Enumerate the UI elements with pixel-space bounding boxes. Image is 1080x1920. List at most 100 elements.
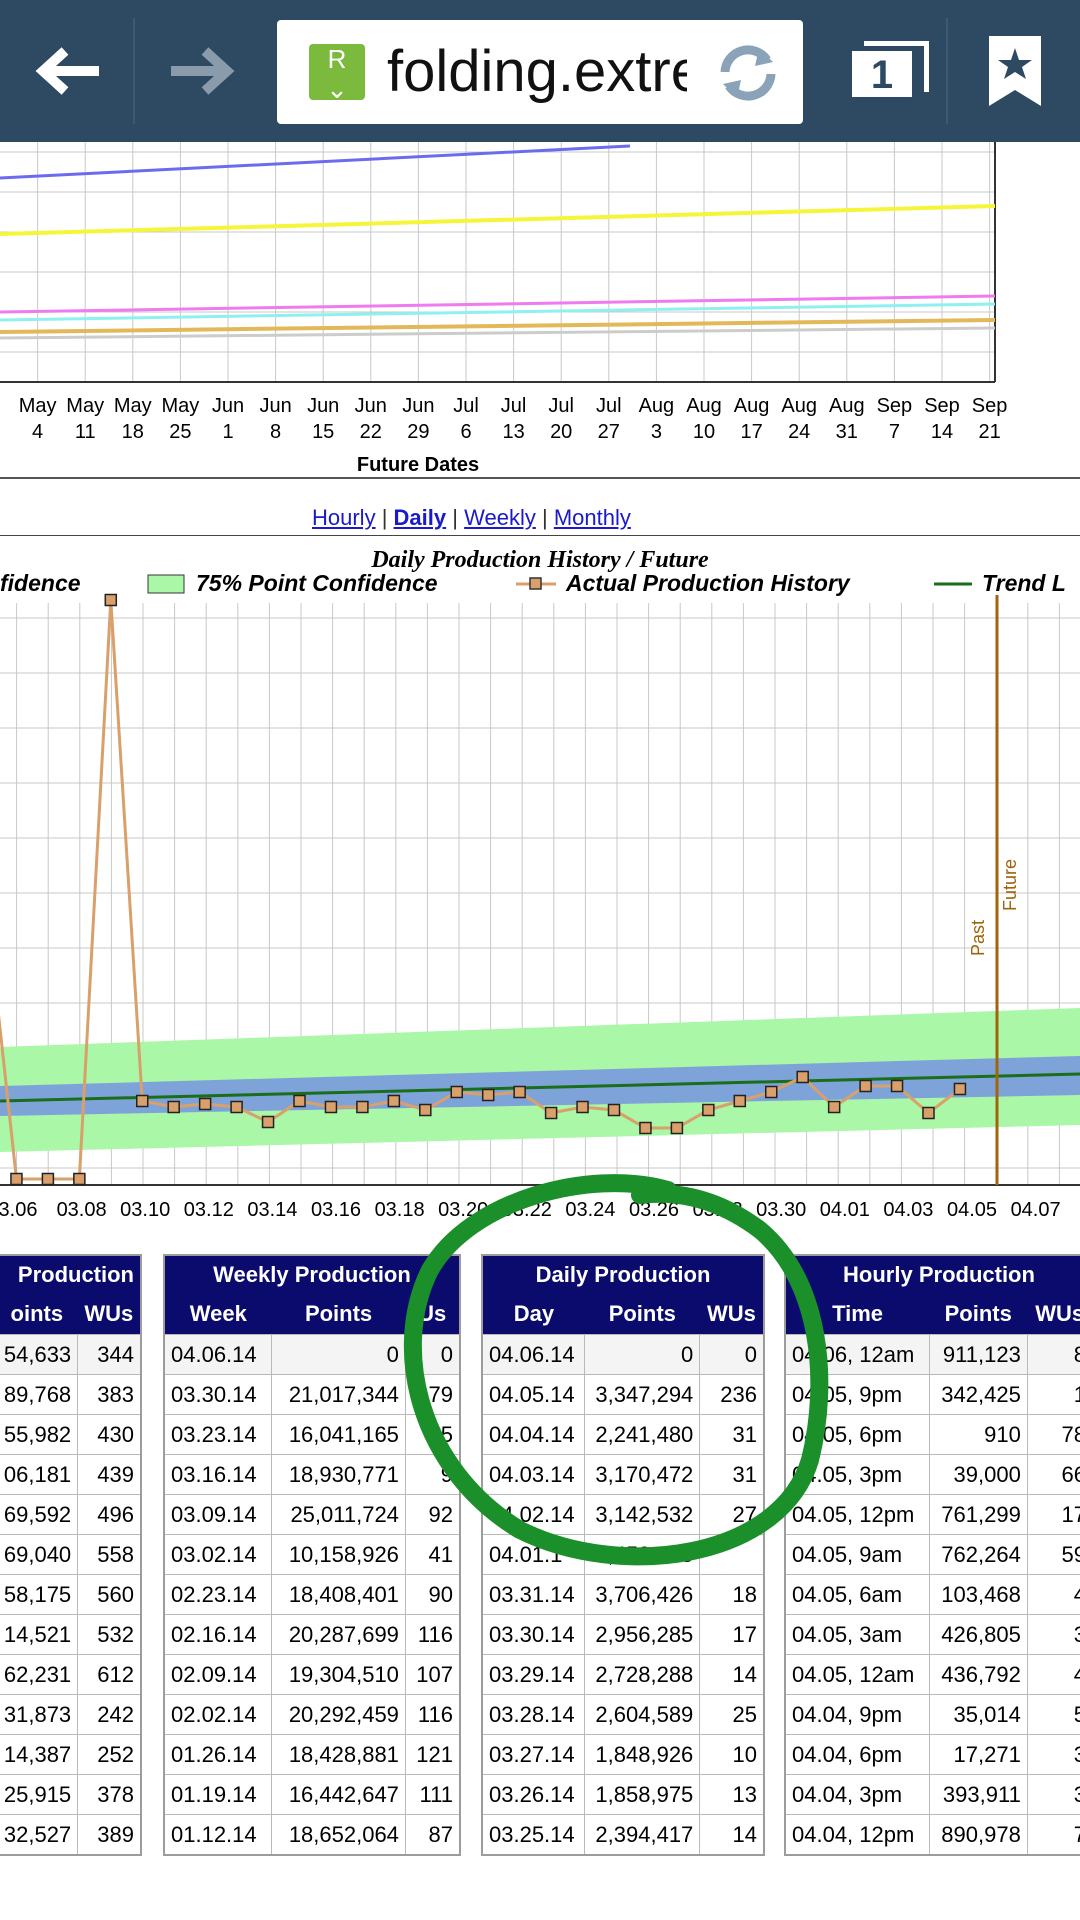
table-cell: 0 bbox=[699, 1334, 765, 1375]
table-row: 02.23.14 18,408,401 90 bbox=[163, 1574, 461, 1615]
daily-production-table: Daily Production Day Points WUs 04.06.14 0 0… bbox=[481, 1254, 765, 1856]
projection-line-blue bbox=[0, 144, 631, 180]
history-point bbox=[10, 1172, 23, 1186]
table-cell: 9 bbox=[404, 1454, 461, 1495]
table-cell: 16,041,165 bbox=[271, 1414, 406, 1455]
table-cell: 04.06, 12am bbox=[784, 1334, 930, 1375]
tick-label: Jun bbox=[307, 395, 339, 417]
tick-label: 04.07 bbox=[1011, 1199, 1061, 1221]
history-point bbox=[576, 1100, 589, 1114]
tick-label: Jun bbox=[212, 395, 244, 417]
tick-label: 27 bbox=[598, 421, 620, 443]
tick-label: 03.24 bbox=[565, 1199, 615, 1221]
tick-label: May bbox=[19, 395, 57, 417]
tick-label: 03.14 bbox=[247, 1199, 297, 1221]
table-cell: 16,442,647 bbox=[271, 1774, 406, 1815]
table-cell: 13 bbox=[699, 1774, 765, 1815]
top-chart-grid bbox=[0, 142, 995, 382]
table-row: 04.04.14 2,241,480 31 bbox=[481, 1414, 765, 1455]
table-row: 69,592 496 bbox=[0, 1494, 142, 1535]
table-cell: 116 bbox=[404, 1694, 461, 1735]
forward-arrow-icon[interactable] bbox=[150, 0, 250, 142]
table-row: 04.04, 9pm 35,014 5 bbox=[784, 1694, 1080, 1735]
table-title: Production bbox=[0, 1255, 141, 1294]
table-row: 03.16.14 18,930,771 9 bbox=[163, 1454, 461, 1495]
table-row: 04.05.14 3,347,294 236 bbox=[481, 1374, 765, 1415]
tick-label: 11 bbox=[75, 421, 96, 443]
tick-label: 31 bbox=[836, 421, 858, 443]
table-cell: 03.29.14 bbox=[481, 1654, 586, 1695]
projection-line-magenta bbox=[0, 294, 996, 314]
tick-label: 03.10 bbox=[120, 1199, 170, 1221]
table-cell: 3 bbox=[1026, 1734, 1080, 1775]
table-cell: 04.05.14 bbox=[481, 1374, 586, 1415]
daily-plot-area bbox=[0, 593, 1080, 1186]
tick-label: May bbox=[66, 395, 104, 417]
table-row: 04.06.14 0 0 bbox=[481, 1334, 765, 1375]
bookmark-icon[interactable] bbox=[965, 0, 1065, 142]
table-cell: 27 bbox=[699, 1494, 765, 1535]
history-point bbox=[198, 1097, 212, 1111]
history-point bbox=[73, 1172, 86, 1186]
table-cell: 116 bbox=[404, 1614, 461, 1655]
nav-weekly-link[interactable]: Weekly bbox=[464, 505, 536, 530]
refresh-icon[interactable] bbox=[713, 38, 783, 108]
browser-toolbar: R⌄ folding.extreme 1 bbox=[0, 0, 1080, 142]
history-point bbox=[293, 1094, 306, 1108]
table-row: 03.28.14 2,604,589 25 bbox=[481, 1694, 765, 1735]
history-point bbox=[639, 1121, 652, 1135]
tick-label: Jun bbox=[355, 395, 387, 417]
table-cell: 66 bbox=[1026, 1454, 1080, 1495]
table-cell: 39,000 bbox=[928, 1454, 1028, 1495]
table-cell: 90 bbox=[404, 1574, 461, 1615]
nav-daily-link[interactable]: Daily bbox=[394, 505, 447, 530]
tick-label: 20 bbox=[550, 421, 572, 443]
table-cell: 87 bbox=[404, 1814, 461, 1856]
table-row: 04.02.14 3,142,532 27 bbox=[481, 1494, 765, 1535]
past-label: Past bbox=[968, 920, 988, 956]
table-cell: 17 bbox=[699, 1614, 765, 1655]
table-row: 04.05, 6pm 910 78 bbox=[784, 1414, 1080, 1455]
table-cell: 103,468 bbox=[928, 1574, 1028, 1615]
table-row: 55,982 430 bbox=[0, 1414, 142, 1455]
table-cell: 78 bbox=[1026, 1414, 1080, 1455]
nav-hourly-link[interactable]: Hourly bbox=[312, 505, 376, 530]
tick-label: 03.30 bbox=[756, 1199, 806, 1221]
tick-label: Aug bbox=[781, 395, 817, 417]
table-cell: 69,040 bbox=[0, 1534, 79, 1575]
table-cell: 35,014 bbox=[928, 1694, 1028, 1735]
tick-label: 25 bbox=[169, 421, 191, 443]
table-cell: 3,452,855 bbox=[584, 1534, 701, 1575]
history-point bbox=[765, 1085, 778, 1099]
tick-label: 17 bbox=[740, 421, 762, 443]
table-cell: 17,271 bbox=[928, 1734, 1028, 1775]
table-cell: 436,792 bbox=[928, 1654, 1028, 1695]
history-point bbox=[481, 1088, 495, 1102]
history-point bbox=[230, 1100, 243, 1114]
table-cell: 04.05, 6pm bbox=[784, 1414, 930, 1455]
back-arrow-icon[interactable] bbox=[20, 0, 120, 142]
table-cell: 03.30.14 bbox=[481, 1614, 586, 1655]
table-cell: 04.06.14 bbox=[481, 1334, 586, 1375]
legend-item-75: 75% Point Confidence bbox=[196, 570, 438, 596]
table-cell: 111 bbox=[404, 1774, 461, 1815]
nav-monthly-link[interactable]: Monthly bbox=[554, 505, 631, 530]
history-point bbox=[513, 1085, 526, 1099]
tick-label: 03.16 bbox=[311, 1199, 361, 1221]
table-cell: 3 bbox=[1026, 1774, 1080, 1815]
table-row: 01.12.14 18,652,064 87 bbox=[163, 1814, 461, 1856]
table-row: 14,387 252 bbox=[0, 1734, 142, 1775]
table-cell: 03.26.14 bbox=[481, 1774, 586, 1815]
table-row: 03.26.14 1,858,975 13 bbox=[481, 1774, 765, 1815]
chart-legend: fidence 75% Point Confidence Actual Prod… bbox=[0, 570, 1066, 596]
tick-label: 4 bbox=[32, 421, 43, 443]
table-cell: 04.04, 9pm bbox=[784, 1694, 930, 1735]
tick-label: 03.08 bbox=[57, 1199, 107, 1221]
table-cell: 3,706,426 bbox=[584, 1574, 701, 1615]
tabs-icon[interactable]: 1 bbox=[840, 0, 940, 142]
table-cell: 04.06.14 bbox=[163, 1334, 273, 1375]
table-row: 14,521 532 bbox=[0, 1614, 142, 1655]
column-header: Time bbox=[785, 1294, 930, 1335]
table-cell: 252 bbox=[77, 1734, 142, 1775]
url-bar[interactable]: R⌄ folding.extreme bbox=[277, 20, 803, 124]
